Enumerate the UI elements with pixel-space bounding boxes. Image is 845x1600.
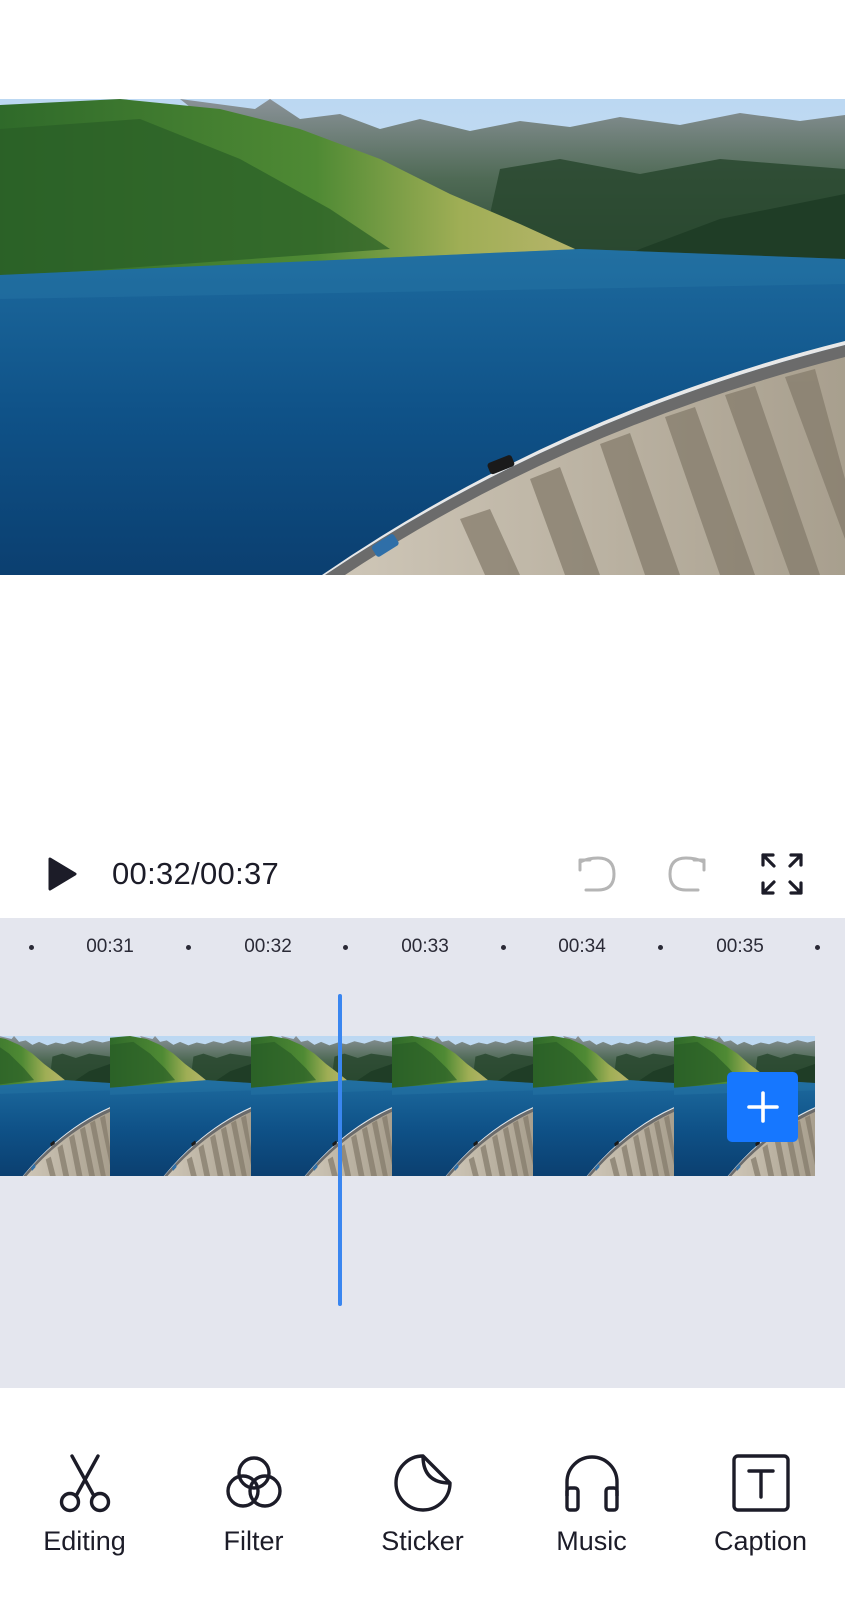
- bottom-toolbar: Editing Filter Sticker Music Caption: [0, 1388, 845, 1600]
- sticker-icon: [390, 1450, 456, 1516]
- music-tool-label: Music: [556, 1526, 627, 1556]
- ruler-dot: [657, 945, 663, 950]
- ruler-label: 00:35: [716, 936, 764, 957]
- ruler-label: 00:31: [86, 936, 134, 957]
- timeline[interactable]: 00:31 00:32 00:33 00:34 00:35: [0, 918, 845, 1388]
- ruler-dot: [500, 945, 506, 950]
- ruler-dot: [342, 945, 348, 950]
- player-controls: 00:32/00:37: [0, 830, 845, 918]
- sticker-tool-button[interactable]: Sticker: [338, 1450, 507, 1600]
- clip-thumbnail: [392, 1036, 533, 1176]
- playhead[interactable]: [338, 994, 342, 1306]
- filter-tool-label: Filter: [223, 1526, 284, 1556]
- caption-tool-button[interactable]: Caption: [676, 1450, 845, 1600]
- ruler-dot: [814, 945, 820, 950]
- ruler-label: 00:32: [244, 936, 292, 957]
- fullscreen-icon: [761, 853, 803, 895]
- editing-tool-label: Editing: [43, 1526, 126, 1556]
- redo-button[interactable]: [664, 850, 712, 898]
- undo-button[interactable]: [572, 850, 620, 898]
- scissors-icon: [52, 1450, 118, 1516]
- video-frame-image: [0, 99, 845, 575]
- ruler-label: 00:33: [401, 936, 449, 957]
- clip-thumbnail: [251, 1036, 392, 1176]
- filter-circles-icon: [221, 1450, 287, 1516]
- clip-thumbnail: [0, 1036, 110, 1176]
- plus-icon: [746, 1091, 779, 1123]
- sticker-tool-label: Sticker: [381, 1526, 464, 1556]
- editing-tool-button[interactable]: Editing: [0, 1450, 169, 1600]
- video-frame[interactable]: [0, 99, 845, 575]
- clip-thumbnail: [533, 1036, 674, 1176]
- clip-thumbnail: [110, 1036, 251, 1176]
- fullscreen-button[interactable]: [758, 850, 806, 898]
- music-tool-button[interactable]: Music: [507, 1450, 676, 1600]
- headphones-icon: [559, 1450, 625, 1516]
- play-button[interactable]: [40, 852, 84, 896]
- video-clip-filmstrip[interactable]: [0, 1036, 845, 1176]
- ruler-dot: [28, 945, 34, 950]
- redo-icon: [668, 856, 706, 892]
- caption-text-icon: [728, 1450, 794, 1516]
- time-ruler: 00:31 00:32 00:33 00:34 00:35: [0, 918, 845, 978]
- undo-icon: [578, 856, 616, 892]
- add-clip-button[interactable]: [727, 1072, 798, 1142]
- time-readout: 00:32/00:37: [112, 856, 280, 891]
- filter-tool-button[interactable]: Filter: [169, 1450, 338, 1600]
- ruler-dot: [185, 945, 191, 950]
- video-preview: [0, 0, 845, 830]
- caption-tool-label: Caption: [713, 1526, 808, 1556]
- play-icon: [48, 857, 77, 891]
- ruler-label: 00:34: [558, 936, 606, 957]
